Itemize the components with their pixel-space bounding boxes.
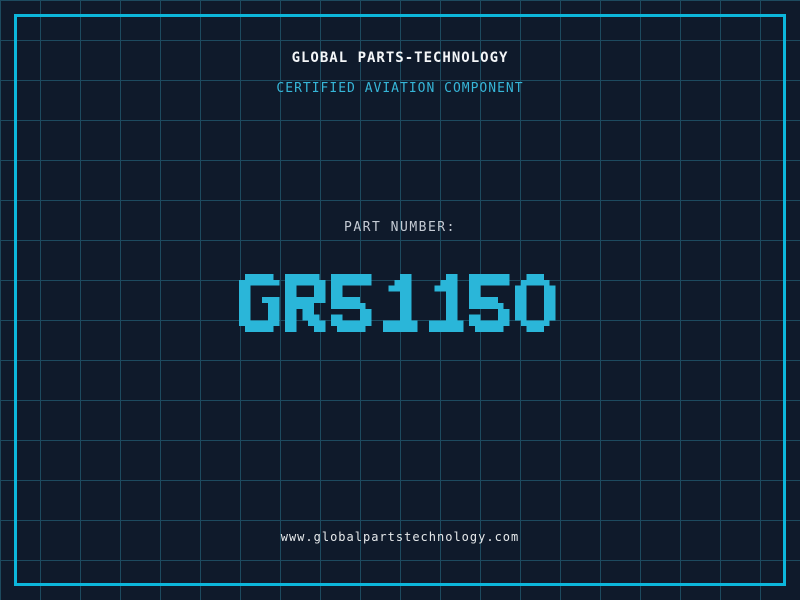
part-number-value <box>239 274 561 332</box>
part-number-display <box>0 274 800 336</box>
company-title: GLOBAL PARTS-TECHNOLOGY <box>0 50 800 66</box>
part-number-label: PART NUMBER: <box>0 220 800 235</box>
certification-subtitle: CERTIFIED AVIATION COMPONENT <box>0 81 800 96</box>
certificate-page: { "colors": { "background": "#0f1a2b", "… <box>0 0 800 600</box>
website-url: www.globalpartstechnology.com <box>0 530 800 544</box>
